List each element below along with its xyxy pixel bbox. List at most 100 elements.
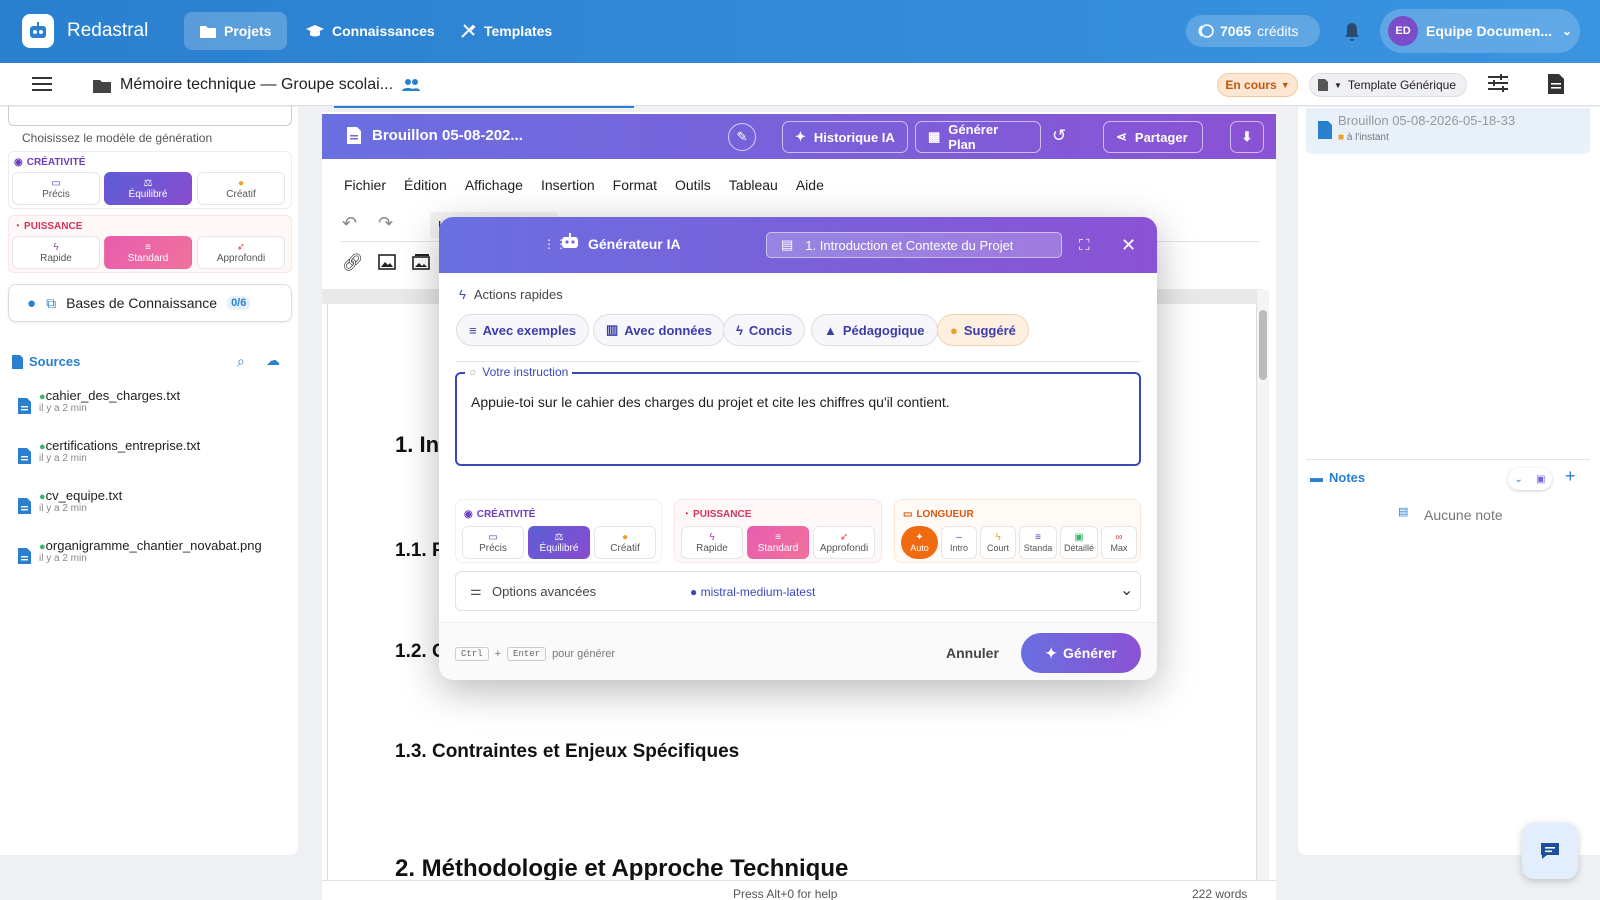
image-icon[interactable] bbox=[378, 254, 396, 273]
creativity-precis-button[interactable]: ▭ Précis bbox=[12, 172, 100, 205]
heading-1-1[interactable]: 1.1. P bbox=[395, 540, 445, 562]
user-menu[interactable]: ED Equipe Documen... ⌄ bbox=[1380, 9, 1580, 53]
creativity-label: ◉ CRÉATIVITÉ bbox=[14, 157, 86, 168]
bolt-icon: ϟ bbox=[995, 532, 1001, 543]
power-rapide-button[interactable]: ϟ Rapide bbox=[12, 236, 100, 269]
ai-history-button[interactable]: ✦ Historique IA bbox=[782, 121, 908, 153]
document-icon bbox=[12, 354, 23, 369]
knowledge-base-button[interactable]: ● ⧉ Bases de Connaissance 0/6 bbox=[8, 284, 292, 322]
generate-plan-button[interactable]: ▦ Générer Plan bbox=[915, 121, 1041, 153]
add-note-icon[interactable]: + bbox=[1565, 466, 1576, 487]
quick-action-concis[interactable]: ϟ Concis bbox=[723, 314, 806, 346]
nav-projets[interactable]: Projets bbox=[184, 12, 288, 50]
length-court-button[interactable]: ϟ Court bbox=[980, 526, 1016, 559]
scrollbar-thumb[interactable] bbox=[1259, 310, 1267, 380]
share-button[interactable]: ⋖ Partager bbox=[1103, 121, 1203, 153]
chevron-down-icon: ⌄ bbox=[1514, 473, 1523, 485]
active-tab-indicator bbox=[334, 106, 634, 108]
ruler-icon: ▭ bbox=[903, 509, 913, 520]
modal-power-group: ◔ PUISSANCE ϟ Rapide ≡ Standard ➶ Approfondi bbox=[674, 499, 882, 563]
modal-power-approfondi-button[interactable]: ➶ Approfondi bbox=[813, 526, 875, 559]
word-count[interactable]: 222 words bbox=[1192, 887, 1247, 900]
close-icon[interactable]: ✕ bbox=[1121, 235, 1136, 256]
menu-edition[interactable]: Édition bbox=[404, 177, 447, 193]
quick-action-suggere[interactable]: ● Suggéré bbox=[937, 314, 1029, 346]
undo-icon[interactable]: ↶ bbox=[342, 213, 357, 234]
rocket-icon: ➶ bbox=[839, 531, 849, 543]
instruction-textarea[interactable]: Appuie-toi sur le cahier des charges du … bbox=[455, 372, 1141, 466]
menu-affichage[interactable]: Affichage bbox=[465, 177, 523, 193]
creativity-creatif-button[interactable]: ● Créatif bbox=[197, 172, 285, 205]
divider bbox=[455, 361, 1141, 362]
quick-action-examples[interactable]: ≡ Avec exemples bbox=[456, 314, 590, 346]
menu-format[interactable]: Format bbox=[613, 177, 657, 193]
modal-power-rapide-button[interactable]: ϟ Rapide bbox=[681, 526, 743, 559]
source-item[interactable]: ●cv_equipe.txt il y a 2 min bbox=[18, 488, 122, 514]
quick-action-data[interactable]: ▥ Avec données bbox=[593, 314, 725, 346]
editor-scrollbar[interactable] bbox=[1257, 290, 1269, 880]
menu-insertion[interactable]: Insertion bbox=[541, 177, 595, 193]
status-badge[interactable]: En cours ▼ bbox=[1217, 73, 1298, 97]
section-selector[interactable]: ▤ 1. Introduction et Contexte du Projet bbox=[766, 232, 1062, 258]
template-selector[interactable]: ▼ Template Générique bbox=[1309, 73, 1467, 97]
document-icon[interactable] bbox=[1548, 74, 1564, 97]
document-title[interactable]: Mémoire technique — Groupe scolai... bbox=[120, 76, 393, 94]
heading-2[interactable]: 2. Méthodologie et Approche Technique bbox=[395, 855, 848, 883]
edit-pencil-icon[interactable]: ✎ bbox=[728, 123, 756, 151]
advanced-options[interactable]: ⚌ Options avancées ● mistral-medium-late… bbox=[455, 571, 1141, 611]
menu-tableau[interactable]: Tableau bbox=[729, 177, 778, 193]
notes-empty: Aucune note bbox=[1424, 507, 1503, 523]
length-max-button[interactable]: ∞ Max bbox=[1101, 526, 1137, 559]
notifications-bell-icon[interactable] bbox=[1343, 22, 1361, 45]
download-button[interactable]: ⬇ bbox=[1230, 121, 1264, 153]
power-standard-button[interactable]: ≡ Standard bbox=[104, 236, 192, 269]
history-clock-icon[interactable]: ↺ bbox=[1052, 126, 1066, 146]
focus-icon[interactable]: ⛶ bbox=[1079, 237, 1090, 254]
modal-creativity-precis-button[interactable]: ▭ Précis bbox=[462, 526, 524, 559]
quick-action-pedagogique[interactable]: ▲ Pédagogique bbox=[811, 314, 938, 346]
heading-1-3[interactable]: 1.3. Contraintes et Enjeux Spécifiques bbox=[395, 741, 739, 763]
length-intro-button[interactable]: – Intro bbox=[941, 526, 977, 559]
length-detaille-button[interactable]: ▣ Détaillé bbox=[1060, 526, 1098, 559]
app-brand[interactable]: Redastral bbox=[67, 20, 148, 42]
creativity-equilibre-button[interactable]: ⚖ Équilibré bbox=[104, 172, 192, 205]
length-auto-button[interactable]: ✦ Auto bbox=[901, 526, 938, 559]
credits-counter[interactable]: 7065 crédits bbox=[1186, 15, 1320, 47]
link-icon[interactable]: 🔗︎ bbox=[342, 253, 364, 273]
sparkles-icon: ✦ bbox=[915, 532, 924, 543]
cancel-button[interactable]: Annuler bbox=[946, 645, 999, 661]
heading-1[interactable]: 1. In bbox=[395, 432, 439, 458]
redo-icon[interactable]: ↷ bbox=[378, 213, 393, 234]
help-hint: Press Alt+0 for help bbox=[733, 887, 838, 900]
generate-button[interactable]: ✦ Générer bbox=[1021, 633, 1141, 673]
hamburger-menu-icon[interactable] bbox=[32, 76, 52, 95]
menu-outils[interactable]: Outils bbox=[675, 177, 711, 193]
chat-button[interactable] bbox=[1522, 823, 1578, 879]
credits-value: 7065 bbox=[1220, 23, 1252, 39]
menu-aide[interactable]: Aide bbox=[796, 177, 824, 193]
length-standard-button[interactable]: ≡ Standa bbox=[1019, 526, 1057, 559]
power-approfondi-button[interactable]: ➶ Approfondi bbox=[197, 236, 285, 269]
cloud-upload-icon[interactable]: ☁ bbox=[266, 352, 280, 369]
modal-creativity-equilibre-button[interactable]: ⚖ Équilibré bbox=[528, 526, 590, 559]
nav-templates[interactable]: Templates bbox=[444, 12, 568, 50]
settings-sliders-icon[interactable] bbox=[1488, 74, 1508, 95]
source-item[interactable]: ●certifications_entreprise.txt il y a 2 m… bbox=[18, 438, 200, 464]
source-item[interactable]: ●organigramme_chantier_novabat.png il y a… bbox=[18, 538, 262, 564]
app-logo[interactable] bbox=[22, 14, 54, 48]
gauge-icon: ◔ bbox=[14, 221, 21, 232]
chat-icon bbox=[1541, 843, 1559, 859]
menu-fichier[interactable]: Fichier bbox=[344, 177, 386, 193]
shared-users-icon[interactable] bbox=[402, 78, 420, 95]
nav-connaissances[interactable]: Connaissances bbox=[290, 12, 451, 50]
modal-creativity-creatif-button[interactable]: ● Créatif bbox=[594, 526, 656, 559]
modal-power-standard-button[interactable]: ≡ Standard bbox=[747, 526, 809, 559]
notes-filter[interactable]: ⌄ ▣ bbox=[1508, 468, 1552, 490]
draft-title[interactable]: Brouillon 05-08-202... bbox=[372, 127, 523, 144]
model-select[interactable] bbox=[8, 106, 292, 126]
ai-generator-modal: ⋮⋮ Générateur IA ▤ 1. Introduction et Con… bbox=[439, 217, 1157, 680]
gallery-icon[interactable] bbox=[412, 254, 430, 273]
search-icon[interactable]: ⌕ bbox=[237, 353, 245, 370]
source-item[interactable]: ●cahier_des_charges.txt il y a 2 min bbox=[18, 388, 180, 414]
sparkles-icon: ✦ bbox=[1045, 644, 1058, 661]
